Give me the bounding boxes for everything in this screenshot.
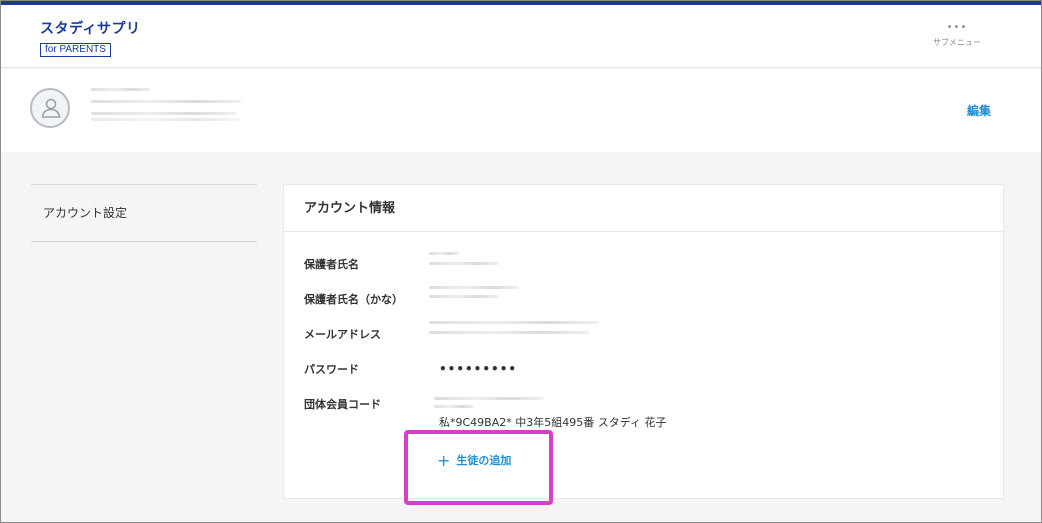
edit-link[interactable]: 編集: [967, 102, 991, 119]
card-title: アカウント情報: [284, 185, 1003, 232]
password-label: パスワード: [304, 363, 359, 376]
org-code-value: 私*9C49BA2* 中3年5組495番 スタディ 花子: [439, 416, 667, 429]
redacted-org-code: [434, 405, 474, 408]
redacted-guardian-kana-value: [429, 295, 499, 298]
guardian-kana-label: 保護者氏名（かな）: [304, 293, 403, 306]
account-info-card: アカウント情報 保護者氏名 保護者氏名（かな） メールアドレス パスワード ••…: [283, 184, 1004, 499]
guardian-name-label: 保護者氏名: [304, 258, 359, 271]
submenu-button[interactable]: ••• サブメニュー: [933, 23, 981, 48]
logo-sub-text: for PARENTS: [40, 43, 111, 57]
logo-main-text: スタディサプリ: [40, 20, 141, 36]
sidebar: アカウント設定: [31, 184, 257, 242]
avatar: [30, 88, 70, 128]
header: スタディサプリ for PARENTS ••• サブメニュー: [1, 5, 1041, 68]
redacted-guardian-kana: [91, 100, 241, 103]
profile-summary: 編集: [1, 69, 1041, 152]
email-label: メールアドレス: [304, 328, 381, 341]
divider: [31, 241, 257, 242]
app-window: スタディサプリ for PARENTS ••• サブメニュー 編集 アカウント設…: [0, 0, 1042, 523]
redacted-guardian-name-value: [429, 262, 499, 265]
redacted-org-code: [434, 397, 544, 400]
ellipsis-icon: •••: [946, 22, 968, 33]
highlight-box: [404, 430, 553, 505]
logo[interactable]: スタディサプリ for PARENTS: [40, 19, 141, 57]
org-code-label: 団体会員コード: [304, 398, 381, 411]
redacted-guardian-name-value: [429, 252, 459, 255]
redacted-email-value: [429, 331, 589, 334]
redacted-email-value: [429, 321, 599, 324]
redacted-extra: [91, 118, 241, 121]
redacted-email: [91, 112, 236, 115]
password-value: •••••••••: [439, 362, 518, 376]
user-icon: [41, 98, 61, 118]
redacted-guardian-name: [91, 88, 151, 91]
redacted-guardian-kana-value: [429, 286, 519, 289]
submenu-label: サブメニュー: [933, 38, 981, 47]
sidebar-item-account-settings[interactable]: アカウント設定: [31, 185, 257, 241]
